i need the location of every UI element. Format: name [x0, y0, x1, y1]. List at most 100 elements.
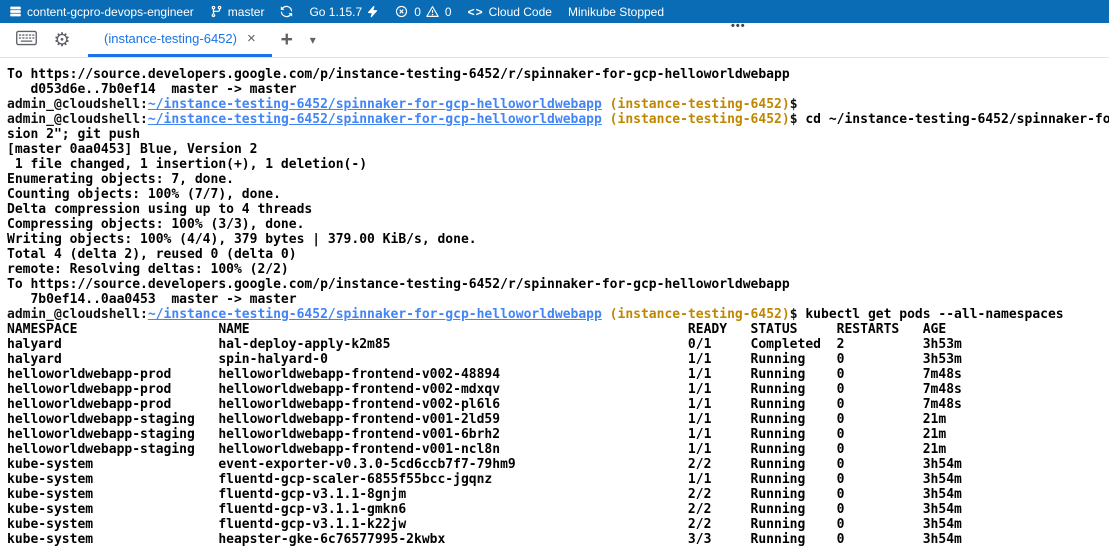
terminal-text: sion 2"; git push: [7, 127, 140, 142]
terminal-text: admin_@cloudshell:: [7, 97, 148, 112]
terminal-line: To https://source.developers.google.com/…: [7, 277, 1109, 292]
terminal-line: remote: Resolving deltas: 100% (2/2): [7, 262, 1109, 277]
keyboard-button[interactable]: [8, 23, 44, 57]
terminal-line: Enumerating objects: 7, done.: [7, 172, 1109, 187]
terminal-line: [master 0aa0453] Blue, Version 2: [7, 142, 1109, 157]
project-indicator[interactable]: content-gcpro-devops-engineer: [9, 5, 194, 19]
terminal-text: $: [790, 112, 798, 127]
terminal-line: admin_@cloudshell:~/instance-testing-645…: [7, 112, 1109, 127]
terminal-text: Writing objects: 100% (4/4), 379 bytes |…: [7, 232, 477, 247]
git-branch-indicator[interactable]: master: [210, 5, 265, 19]
terminal-text: cd ~/instance-testing-6452/spinnaker-fo: [798, 112, 1109, 127]
pods-table-row: kube-system event-exporter-v0.3.0-5cd6cc…: [7, 457, 1109, 472]
pods-table-row: helloworldwebapp-staging helloworldwebap…: [7, 412, 1109, 427]
problems-indicator[interactable]: 0 0: [395, 5, 451, 19]
pods-table-row: kube-system fluentd-gcp-v3.1.1-k22jw 2/2…: [7, 517, 1109, 532]
terminal-line: admin_@cloudshell:~/instance-testing-645…: [7, 307, 1109, 322]
new-terminal-button[interactable]: +: [272, 23, 302, 57]
terminal-text: Delta compression using up to 4 threads: [7, 202, 312, 217]
terminal-text: kube-system fluentd-gcp-v3.1.1-gmkn6 2/2…: [7, 502, 962, 517]
terminal-path-link[interactable]: ~/instance-testing-6452/spinnaker-for-gc…: [148, 112, 602, 127]
terminal-path-link[interactable]: ~/instance-testing-6452/spinnaker-for-gc…: [148, 307, 602, 322]
terminal-text: 7b0ef14..0aa0453 master -> master: [7, 292, 297, 307]
terminal-text: [master 0aa0453] Blue, Version 2: [7, 142, 257, 157]
cloud-code-indicator[interactable]: <> Cloud Code: [468, 5, 552, 19]
plus-icon: +: [281, 28, 293, 52]
terminal-line: To https://source.developers.google.com/…: [7, 67, 1109, 82]
terminal-text: admin_@cloudshell:: [7, 112, 148, 127]
terminal-text: $: [790, 97, 798, 112]
code-brackets-icon: <>: [468, 5, 484, 19]
terminal-line: Total 4 (delta 2), reused 0 (delta 0): [7, 247, 1109, 262]
branch-name: master: [228, 5, 265, 19]
pods-table-row: helloworldwebapp-prod helloworldwebapp-f…: [7, 367, 1109, 382]
terminal-text: $: [790, 307, 798, 322]
terminal-text: Counting objects: 100% (7/7), done.: [7, 187, 281, 202]
tab-close-icon[interactable]: ×: [247, 31, 256, 46]
gear-icon: ⚙: [53, 31, 70, 50]
pods-table-row: halyard spin-halyard-0 1/1 Running 0 3h5…: [7, 352, 1109, 367]
pods-table-row: kube-system fluentd-gcp-v3.1.1-8gnjm 2/2…: [7, 487, 1109, 502]
terminal-text: d053d6e..7b0ef14 master -> master: [7, 82, 297, 97]
panel-more-menu[interactable]: •••: [731, 20, 746, 32]
terminal-path-link[interactable]: ~/instance-testing-6452/spinnaker-for-gc…: [148, 97, 602, 112]
status-bar: content-gcpro-devops-engineer master Go …: [0, 0, 1109, 23]
terminal-text: kube-system fluentd-gcp-v3.1.1-k22jw 2/2…: [7, 517, 962, 532]
terminal-text: helloworldwebapp-prod helloworldwebapp-f…: [7, 397, 962, 412]
terminal-text: Total 4 (delta 2), reused 0 (delta 0): [7, 247, 297, 262]
sync-icon: [280, 5, 293, 18]
terminal-text: kube-system fluentd-gcp-scaler-6855f55bc…: [7, 472, 962, 487]
terminal-text: helloworldwebapp-prod helloworldwebapp-f…: [7, 367, 962, 382]
terminal-text: kube-system fluentd-gcp-v3.1.1-8gnjm 2/2…: [7, 487, 962, 502]
terminal-line: d053d6e..7b0ef14 master -> master: [7, 82, 1109, 97]
project-name: content-gcpro-devops-engineer: [27, 5, 194, 19]
terminal-text: [602, 112, 610, 127]
keyboard-icon: [16, 30, 37, 51]
lightning-icon: [367, 6, 379, 18]
error-count: 0: [414, 5, 421, 19]
pods-table-row: helloworldwebapp-staging helloworldwebap…: [7, 427, 1109, 442]
terminal-text: halyard hal-deploy-apply-k2m85 0/1 Compl…: [7, 337, 962, 352]
go-version-label: Go 1.15.7: [309, 5, 362, 19]
terminal-tab-bar: ⚙ (instance-testing-6452) × + ▾ •••: [0, 23, 1109, 58]
minikube-status-label: Minikube Stopped: [568, 5, 664, 19]
terminal-text: helloworldwebapp-staging helloworldwebap…: [7, 427, 946, 442]
terminal-dropdown-button[interactable]: ▾: [302, 23, 324, 57]
sync-button[interactable]: [280, 5, 293, 18]
terminal-line: Delta compression using up to 4 threads: [7, 202, 1109, 217]
go-version-indicator[interactable]: Go 1.15.7: [309, 5, 379, 19]
terminal-text: NAMESPACE NAME READY STATUS RESTARTS AGE: [7, 322, 946, 337]
pods-table-row: kube-system heapster-gke-6c76577995-2kwb…: [7, 532, 1109, 547]
terminal-project-label: (instance-testing-6452): [610, 112, 790, 127]
terminal-text: To https://source.developers.google.com/…: [7, 277, 790, 292]
terminal-text: Enumerating objects: 7, done.: [7, 172, 234, 187]
terminal-text: admin_@cloudshell:: [7, 307, 148, 322]
warning-count: 0: [445, 5, 452, 19]
terminal-line: 1 file changed, 1 insertion(+), 1 deleti…: [7, 157, 1109, 172]
terminal-text: [602, 307, 610, 322]
terminal-text: helloworldwebapp-prod helloworldwebapp-f…: [7, 382, 962, 397]
terminal-settings-button[interactable]: ⚙: [44, 23, 80, 57]
terminal-line: Writing objects: 100% (4/4), 379 bytes |…: [7, 232, 1109, 247]
terminal-output[interactable]: To https://source.developers.google.com/…: [0, 58, 1109, 550]
terminal-text: To https://source.developers.google.com/…: [7, 67, 790, 82]
terminal-text: helloworldwebapp-staging helloworldwebap…: [7, 412, 946, 427]
terminal-line: Counting objects: 100% (7/7), done.: [7, 187, 1109, 202]
terminal-tab-instance-testing-6452[interactable]: (instance-testing-6452) ×: [88, 23, 272, 57]
terminal-text: kube-system heapster-gke-6c76577995-2kwb…: [7, 532, 962, 547]
terminal-line: sion 2"; git push: [7, 127, 1109, 142]
minikube-status[interactable]: Minikube Stopped: [568, 5, 664, 19]
terminal-text: remote: Resolving deltas: 100% (2/2): [7, 262, 289, 277]
git-branch-icon: [210, 5, 223, 18]
terminal-text: kubectl get pods --all-namespaces: [798, 307, 1064, 322]
terminal-project-label: (instance-testing-6452): [610, 97, 790, 112]
error-icon: [395, 5, 408, 18]
chevron-down-icon: ▾: [310, 33, 316, 47]
pods-table-row: helloworldwebapp-prod helloworldwebapp-f…: [7, 397, 1109, 412]
cloud-code-label: Cloud Code: [489, 5, 552, 19]
remote-server-icon: [9, 5, 22, 18]
pods-table-header: NAMESPACE NAME READY STATUS RESTARTS AGE: [7, 322, 1109, 337]
terminal-text: [602, 97, 610, 112]
terminal-line: 7b0ef14..0aa0453 master -> master: [7, 292, 1109, 307]
terminal-text: halyard spin-halyard-0 1/1 Running 0 3h5…: [7, 352, 962, 367]
